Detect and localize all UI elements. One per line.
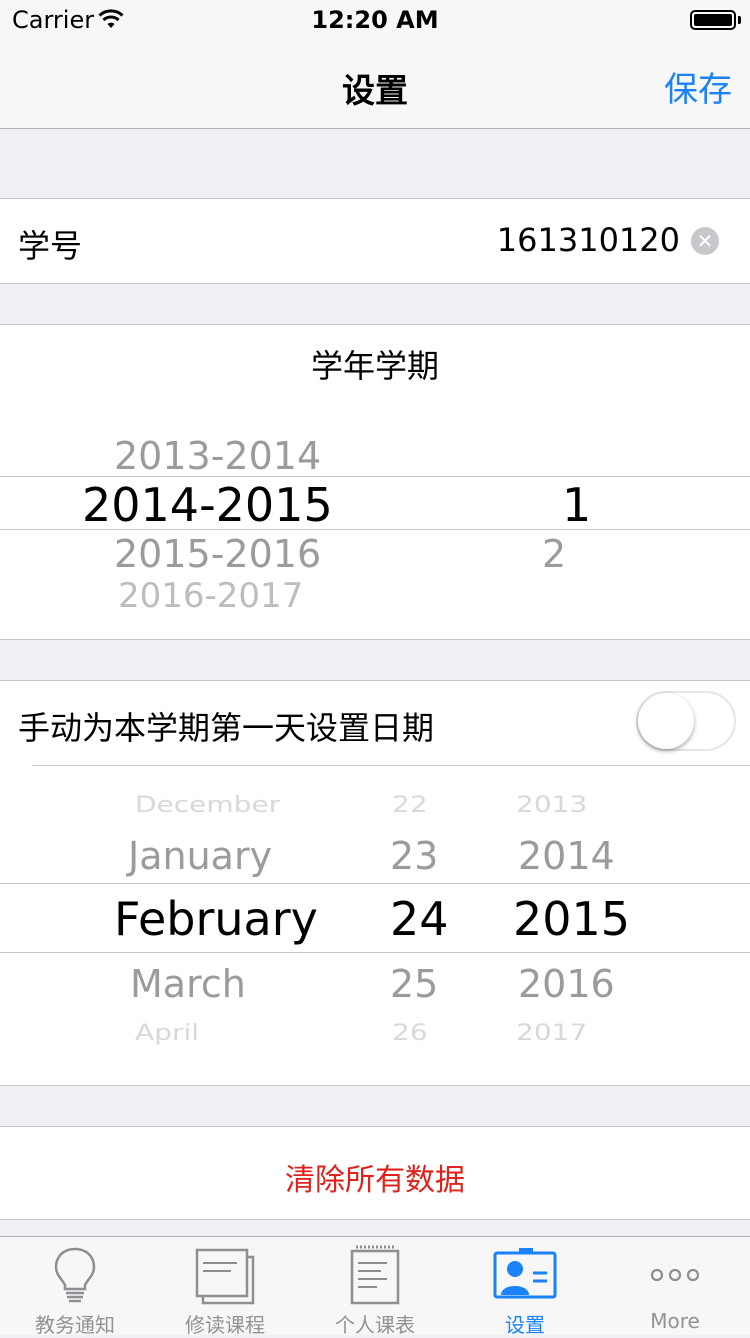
tab-bar: 教务通知 修读课程 个人课表 设置 More	[0, 1236, 750, 1337]
year-picker-wheel[interactable]: 2013-2014 2014-2015 2015-2016 2016-2017	[0, 420, 420, 620]
stacked-documents-icon	[195, 1248, 255, 1305]
more-dots-icon	[650, 1268, 700, 1282]
status-bar: Carrier 12:20 AM	[0, 0, 750, 40]
picker-year-selected: 2014-2015	[82, 478, 333, 532]
picker-year-option: 2013-2014	[114, 434, 322, 478]
separator	[32, 765, 750, 766]
picker-year-option: 2016-2017	[118, 576, 304, 616]
tab-more[interactable]: More	[600, 1237, 750, 1335]
picker-year-option: 2016	[518, 962, 615, 1006]
id-card-icon	[493, 1248, 557, 1299]
picker-year-option: 2014	[518, 834, 615, 878]
notepad-icon	[350, 1245, 400, 1305]
picker-day-option: 25	[390, 962, 439, 1006]
picker-year-option: 2017	[516, 1019, 588, 1046]
picker-month-option: December	[135, 791, 281, 818]
tab-notices[interactable]: 教务通知	[0, 1237, 150, 1337]
picker-year-selected: 2015	[513, 892, 631, 946]
tab-settings[interactable]: 设置	[450, 1237, 600, 1337]
term-title: 学年学期	[310, 347, 439, 385]
battery-icon	[690, 10, 736, 30]
student-id-row: 学号 161310120 ✕	[0, 198, 750, 284]
picker-month-option: April	[135, 1019, 199, 1046]
tab-label: More	[650, 1309, 700, 1333]
picker-day-option: 26	[392, 1019, 428, 1046]
picker-month-option: March	[130, 962, 246, 1006]
day-picker-wheel[interactable]: 22 23 24 25 26	[370, 776, 470, 1056]
term-picker-wheel[interactable]: 1 2	[500, 420, 650, 620]
tab-schedule[interactable]: 个人课表	[300, 1237, 450, 1337]
toggle-knob	[638, 693, 694, 749]
student-id-field[interactable]: 161310120	[497, 221, 680, 259]
page-title: 设置	[342, 71, 408, 110]
picker-term-selected: 1	[562, 478, 592, 532]
year-date-picker-wheel[interactable]: 2013 2014 2015 2016 2017	[500, 776, 650, 1056]
battery-tip	[738, 16, 741, 24]
student-id-label: 学号	[18, 227, 83, 265]
picker-year-option: 2015-2016	[114, 532, 322, 576]
tab-courses[interactable]: 修读课程	[150, 1237, 300, 1337]
month-picker-wheel[interactable]: December January February March April	[0, 776, 360, 1056]
status-time: 12:20 AM	[311, 6, 439, 34]
first-day-toggle[interactable]	[636, 691, 736, 751]
picker-term-option: 2	[542, 532, 567, 576]
clear-data-row: 清除所有数据	[0, 1126, 750, 1220]
lightbulb-icon	[54, 1247, 96, 1303]
first-day-label: 手动为本学期第一天设置日期	[18, 709, 435, 747]
picker-day-option: 23	[390, 834, 439, 878]
picker-day-selected: 24	[390, 892, 449, 946]
picker-day-option: 22	[392, 791, 428, 818]
clear-text-icon[interactable]: ✕	[691, 227, 719, 255]
clear-all-data-button[interactable]: 清除所有数据	[0, 1155, 750, 1199]
save-button[interactable]: 保存	[664, 62, 732, 111]
picker-year-option: 2013	[516, 791, 588, 818]
picker-month-selected: February	[114, 892, 318, 946]
picker-month-option: January	[128, 834, 273, 878]
